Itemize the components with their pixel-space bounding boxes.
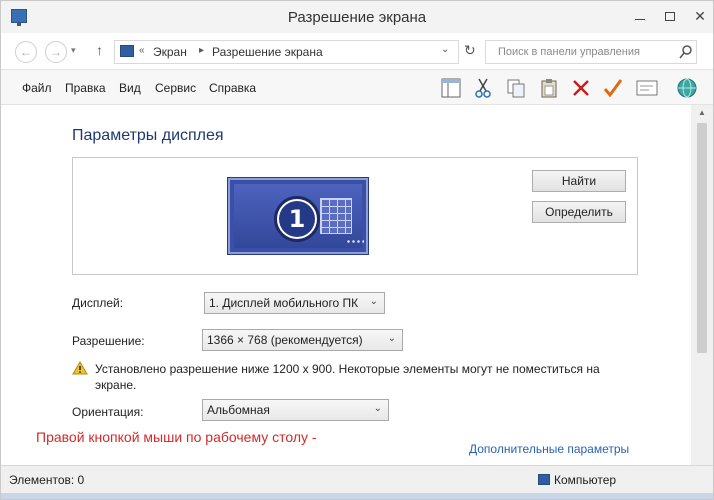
- back-button[interactable]: ←: [15, 41, 37, 63]
- orientation-select[interactable]: Альбомная ⌄: [202, 399, 389, 421]
- paste-icon[interactable]: [537, 76, 561, 100]
- address-dropdown-icon[interactable]: ⌄: [441, 44, 449, 55]
- monitor-preview[interactable]: 1: [228, 178, 368, 254]
- breadcrumb-resolution[interactable]: Разрешение экрана: [212, 45, 323, 59]
- breadcrumb-separator-icon[interactable]: «: [139, 45, 145, 56]
- monitor-number: 1: [279, 201, 315, 237]
- display-select-value: 1. Дисплей мобильного ПК: [209, 296, 359, 310]
- vertical-scrollbar[interactable]: ▲: [691, 105, 713, 465]
- resolution-warning: Установлено разрешение ниже 1200 x 900. …: [95, 362, 600, 392]
- search-input[interactable]: Поиск в панели управления: [485, 40, 697, 64]
- globe-icon[interactable]: [675, 76, 699, 100]
- layout-icon[interactable]: [439, 76, 463, 100]
- orientation-select-value: Альбомная: [207, 403, 270, 417]
- display-label: Дисплей:: [72, 296, 124, 310]
- delete-icon[interactable]: [569, 76, 593, 100]
- search-icon[interactable]: [679, 44, 693, 60]
- resolution-label: Разрешение:: [72, 334, 145, 348]
- identify-button[interactable]: Определить: [532, 201, 626, 223]
- maximize-button[interactable]: [655, 1, 685, 31]
- window-title: Разрешение экрана: [287, 9, 427, 26]
- menu-edit[interactable]: Правка: [65, 81, 106, 95]
- chevron-down-icon: ⌄: [373, 403, 382, 414]
- display-select[interactable]: 1. Дисплей мобильного ПК ⌄: [204, 292, 385, 314]
- display-preview-area: 1 Найти Определить: [72, 157, 638, 275]
- control-panel-icon: [120, 45, 134, 57]
- monitor-grid-icon: [320, 198, 352, 234]
- menu-help[interactable]: Справка: [209, 81, 256, 95]
- item-count: Элементов: 0: [9, 473, 85, 487]
- window: Разрешение экрана ✕ ← → ▾ ↑ « Экран ▸ Ра…: [0, 0, 714, 500]
- check-icon[interactable]: [601, 76, 625, 100]
- chevron-down-icon: ⌄: [387, 333, 396, 344]
- status-location: Компьютер: [554, 473, 617, 487]
- recent-pages-chevron-icon[interactable]: ▾: [71, 45, 76, 56]
- forward-button[interactable]: →: [45, 41, 67, 63]
- copy-icon[interactable]: [504, 76, 528, 100]
- warning-icon: [72, 361, 88, 375]
- minimize-button[interactable]: [625, 1, 655, 31]
- resolution-select[interactable]: 1366 × 768 (рекомендуется) ⌄: [202, 329, 403, 351]
- status-bar: Элементов: 0 Компьютер: [1, 465, 713, 493]
- navigation-bar: ← → ▾ ↑ « Экран ▸ Разрешение экрана ⌄ ↻ …: [1, 33, 713, 69]
- properties-icon[interactable]: [635, 76, 659, 100]
- content-panel: Параметры дисплея 1 Найти Определить Дис…: [1, 105, 691, 465]
- chevron-down-icon: ⌄: [369, 296, 378, 307]
- breadcrumb-arrow-icon[interactable]: ▸: [199, 45, 204, 56]
- computer-icon: [538, 474, 550, 485]
- taskbar-strip: [1, 493, 713, 499]
- annotation-text: Правой кнопкой мыши по рабочему столу -: [36, 429, 317, 445]
- monitor-dots-icon: [346, 240, 364, 243]
- up-arrow-icon[interactable]: ↑: [96, 42, 103, 58]
- find-button[interactable]: Найти: [532, 170, 626, 192]
- cut-icon[interactable]: [471, 76, 495, 100]
- scroll-up-icon[interactable]: ▲: [691, 105, 713, 121]
- refresh-icon[interactable]: ↻: [464, 42, 476, 59]
- address-bar[interactable]: « Экран ▸ Разрешение экрана ⌄: [114, 40, 459, 64]
- scroll-thumb[interactable]: [697, 123, 707, 353]
- resolution-select-value: 1366 × 768 (рекомендуется): [207, 333, 363, 347]
- monitor-number-badge: 1: [274, 196, 320, 242]
- menu-tools[interactable]: Сервис: [155, 81, 196, 95]
- search-placeholder: Поиск в панели управления: [498, 46, 640, 58]
- menu-file[interactable]: Файл: [22, 81, 52, 95]
- title-bar: Разрешение экрана ✕: [1, 1, 713, 33]
- advanced-settings-link[interactable]: Дополнительные параметры: [469, 442, 629, 456]
- close-button[interactable]: ✕: [685, 1, 714, 31]
- monitor-screen: 1: [234, 184, 364, 248]
- page-title: Параметры дисплея: [72, 127, 224, 144]
- breadcrumb-screen[interactable]: Экран: [153, 45, 187, 59]
- menu-bar: Файл Правка Вид Сервис Справка: [1, 69, 713, 105]
- menu-view[interactable]: Вид: [119, 81, 141, 95]
- orientation-label: Ориентация:: [72, 405, 144, 419]
